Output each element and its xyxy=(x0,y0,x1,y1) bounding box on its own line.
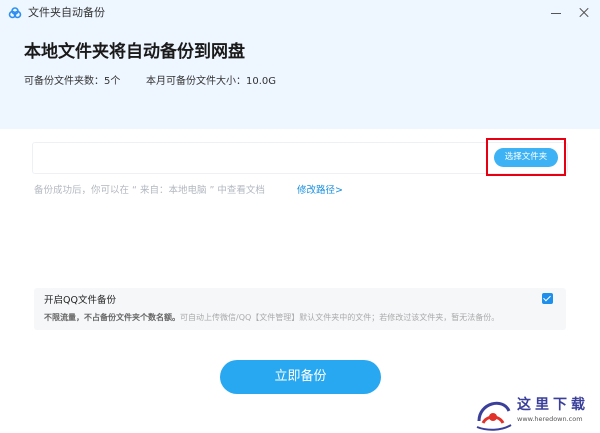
watermark-url: www.heredown.com xyxy=(517,415,583,423)
folder-count-text: 可备份文件夹数：5个 xyxy=(24,76,121,87)
qq-backup-description: 不限流量，不占备份文件夹个数名额。可自动上传微信/QQ【文件管理】默认文件夹中的… xyxy=(44,312,499,324)
qq-backup-desc-bold: 不限流量，不占备份文件夹个数名额。 xyxy=(44,313,180,322)
backup-window: 文件夹自动备份 本地文件夹将自动备份到网盘 可备份文件夹数：5个 本月可备份文件… xyxy=(0,0,600,433)
qq-backup-title: 开启QQ文件备份 xyxy=(44,295,116,306)
qq-backup-checkbox[interactable] xyxy=(542,293,553,304)
watermark: 这里下载 www.heredown.com xyxy=(470,393,600,433)
watermark-text: 这里下载 xyxy=(517,397,589,413)
minimize-icon[interactable] xyxy=(546,3,566,23)
monthly-size-text: 本月可备份文件大小：10.0G xyxy=(146,76,277,87)
backup-now-button[interactable]: 立即备份 xyxy=(220,360,381,394)
qq-backup-desc-rest: 可自动上传微信/QQ【文件管理】默认文件夹中的文件；若修改过该文件夹，暂无法备份… xyxy=(180,313,500,322)
qq-file-backup-option: 开启QQ文件备份 不限流量，不占备份文件夹个数名额。可自动上传微信/QQ【文件管… xyxy=(34,288,566,330)
header-panel: 本地文件夹将自动备份到网盘 可备份文件夹数：5个 本月可备份文件大小：10.0G xyxy=(0,26,600,129)
watermark-logo-icon xyxy=(476,401,512,431)
close-icon[interactable] xyxy=(574,3,594,23)
cloud-app-icon xyxy=(8,7,22,19)
window-title: 文件夹自动备份 xyxy=(28,6,105,19)
title-bar: 文件夹自动备份 xyxy=(0,0,600,26)
backup-location-hint: 备份成功后，你可以在 “ 来自：本地电脑 ” 中查看文档 xyxy=(34,185,265,196)
highlight-annotation xyxy=(486,138,566,176)
modify-path-link[interactable]: 修改路径> xyxy=(297,184,343,198)
page-title: 本地文件夹将自动备份到网盘 xyxy=(24,42,245,62)
